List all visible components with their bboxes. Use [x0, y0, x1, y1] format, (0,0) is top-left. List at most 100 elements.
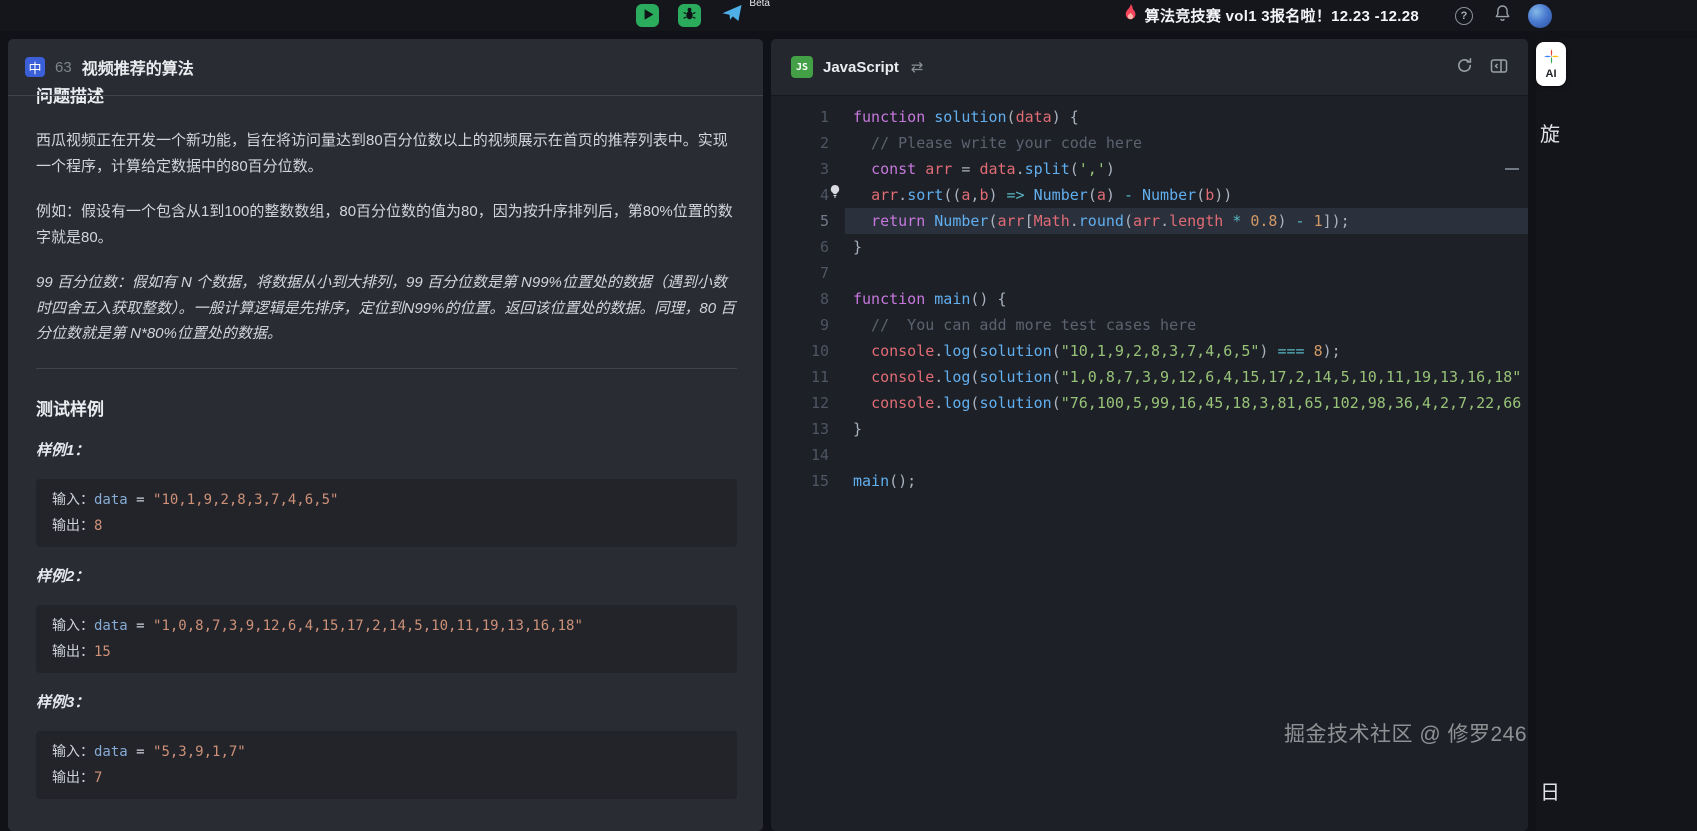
javascript-icon: JS: [791, 56, 813, 78]
sample-1-block: 输入：data = "10,1,9,2,8,3,7,4,6,5" 输出：8: [36, 479, 737, 547]
play-icon: [636, 3, 659, 29]
code-line[interactable]: 4 arr.sort((a,b) => Number(a) - Number(b…: [771, 182, 1528, 208]
help-button[interactable]: ?: [1455, 7, 1473, 25]
line-number: 14: [771, 442, 845, 468]
sample-value: "5,3,9,1,7": [153, 744, 246, 760]
debug-button[interactable]: [678, 4, 701, 27]
flame-icon: [1123, 4, 1138, 27]
code-line[interactable]: 5 return Number(arr[Math.round(arr.lengt…: [771, 208, 1528, 234]
line-number: 15: [771, 468, 845, 494]
toggle-layout-button[interactable]: [1490, 58, 1508, 77]
run-button[interactable]: [636, 4, 659, 27]
lightbulb-icon[interactable]: [828, 184, 842, 203]
line-number: 8: [771, 286, 845, 312]
input-label: 输入：: [52, 617, 94, 633]
sample-output-row: 输出：8: [52, 513, 721, 539]
line-number: 12: [771, 390, 845, 416]
description-paragraph: 例如：假设有一个包含从1到100的整数数组，80百分位数的值为80，因为按升序排…: [36, 199, 737, 250]
page: Beta 算法竞技赛 vol1 3报名啦！12.23 -12.28 ?: [0, 0, 1697, 831]
sample-input-row: 输入：data = "1,0,8,7,3,9,12,6,4,15,17,2,14…: [52, 613, 721, 639]
description-heading: 问题描述: [36, 85, 737, 108]
question-icon: ?: [1461, 10, 1468, 22]
notifications-button[interactable]: [1494, 4, 1511, 27]
code-line[interactable]: 7: [771, 260, 1528, 286]
sample-var: data: [94, 492, 128, 508]
sample-output: 15: [94, 644, 111, 660]
line-number: 10: [771, 338, 845, 364]
ai-label: AI: [1546, 69, 1557, 80]
code-editor[interactable]: 1function solution(data) {2 // Please wr…: [771, 96, 1528, 831]
contest-banner[interactable]: 算法竞技赛 vol1 3报名啦！12.23 -12.28: [1123, 4, 1419, 27]
topbar-right: 算法竞技赛 vol1 3报名啦！12.23 -12.28 ?: [1123, 0, 1552, 31]
sample-output: 7: [94, 770, 102, 786]
section-divider: [36, 368, 737, 369]
problem-title: 视频推荐的算法: [82, 55, 194, 79]
share-button[interactable]: Beta: [720, 4, 743, 27]
editor-panel: JS JavaScript ⇄ 1function solution(data)…: [771, 39, 1528, 831]
input-label: 输入：: [52, 491, 94, 507]
samples-heading: 测试样例: [36, 398, 737, 421]
contest-banner-text: 算法竞技赛 vol1 3报名啦！12.23 -12.28: [1145, 5, 1419, 26]
output-label: 输出：: [52, 517, 94, 533]
editor-header: JS JavaScript ⇄: [771, 39, 1528, 96]
toolbar-item-bottom[interactable]: 日: [1540, 776, 1560, 805]
sample-2-label: 样例2：: [36, 567, 737, 587]
description-paragraph: 西瓜视频正在开发一个新功能，旨在将访问量达到80百分位数以上的视频展示在首页的推…: [36, 128, 737, 179]
sample-eq: =: [128, 744, 153, 760]
line-number: 11: [771, 364, 845, 390]
refresh-icon: [1456, 57, 1473, 77]
code-line[interactable]: 11 console.log(solution("1,0,8,7,3,9,12,…: [771, 364, 1528, 390]
sample-output-row: 输出：7: [52, 765, 721, 791]
code-line[interactable]: 15main();: [771, 468, 1528, 494]
sample-1-label: 样例1：: [36, 441, 737, 461]
problem-header: 中 63 视频推荐的算法: [8, 39, 763, 83]
language-label: JavaScript: [823, 59, 899, 76]
beta-badge: Beta: [749, 0, 770, 9]
sample-var: data: [94, 618, 128, 634]
code-line[interactable]: 14: [771, 442, 1528, 468]
description-paragraph: 99 百分位数：假如有 N 个数据，将数据从小到大排列，99 百分位数是第 N9…: [36, 270, 737, 347]
difficulty-badge: 中: [25, 57, 45, 77]
switch-language-icon[interactable]: ⇄: [911, 58, 924, 76]
toolbar-item-middle[interactable]: 旋: [1540, 118, 1560, 147]
code-line[interactable]: 3 const arr = data.split(','): [771, 156, 1528, 182]
topbar: Beta 算法竞技赛 vol1 3报名啦！12.23 -12.28 ?: [0, 0, 1697, 31]
line-number: 6: [771, 234, 845, 260]
sample-2-block: 输入：data = "1,0,8,7,3,9,12,6,4,15,17,2,14…: [36, 605, 737, 673]
code-line[interactable]: 6}: [771, 234, 1528, 260]
code-line[interactable]: 1function solution(data) {: [771, 104, 1528, 130]
line-number: 2: [771, 130, 845, 156]
avatar[interactable]: [1528, 4, 1552, 28]
paper-plane-icon: [721, 3, 743, 28]
sample-output: 8: [94, 518, 102, 534]
code-line[interactable]: 10 console.log(solution("10,1,9,2,8,3,7,…: [771, 338, 1528, 364]
sample-input-row: 输入：data = "10,1,9,2,8,3,7,4,6,5": [52, 487, 721, 513]
code-line[interactable]: 2 // Please write your code here: [771, 130, 1528, 156]
header-divider: [8, 95, 763, 96]
sample-3-block: 输入：data = "5,3,9,1,7" 输出：7: [36, 731, 737, 799]
bell-icon: [1494, 4, 1511, 27]
problem-description-scroll[interactable]: 问题描述 西瓜视频正在开发一个新功能，旨在将访问量达到80百分位数以上的视频展示…: [8, 85, 763, 831]
code-line[interactable]: 12 console.log(solution("76,100,5,99,16,…: [771, 390, 1528, 416]
code-line[interactable]: 13}: [771, 416, 1528, 442]
ai-assistant-button[interactable]: AI: [1536, 42, 1566, 86]
sample-eq: =: [128, 618, 153, 634]
output-label: 输出：: [52, 643, 94, 659]
sample-output-row: 输出：15: [52, 639, 721, 665]
layout-icon: [1490, 58, 1508, 77]
problem-number: 63: [55, 59, 72, 76]
main-content: 中 63 视频推荐的算法 问题描述 西瓜视频正在开发一个新功能，旨在将访问量达到…: [0, 31, 1697, 831]
reset-code-button[interactable]: [1456, 57, 1473, 77]
scrollbar-marker[interactable]: [1505, 168, 1519, 170]
line-number: 9: [771, 312, 845, 338]
sample-value: "1,0,8,7,3,9,12,6,4,15,17,2,14,5,10,11,1…: [153, 618, 583, 634]
line-number: 1: [771, 104, 845, 130]
output-label: 输出：: [52, 769, 94, 785]
code-line[interactable]: 9 // You can add more test cases here: [771, 312, 1528, 338]
sample-input-row: 输入：data = "5,3,9,1,7": [52, 739, 721, 765]
right-toolbar: AI 旋 日: [1536, 39, 1697, 831]
line-number: 5: [771, 208, 845, 234]
code-line[interactable]: 8function main() {: [771, 286, 1528, 312]
sample-var: data: [94, 744, 128, 760]
code-lines: 1function solution(data) {2 // Please wr…: [771, 96, 1528, 494]
